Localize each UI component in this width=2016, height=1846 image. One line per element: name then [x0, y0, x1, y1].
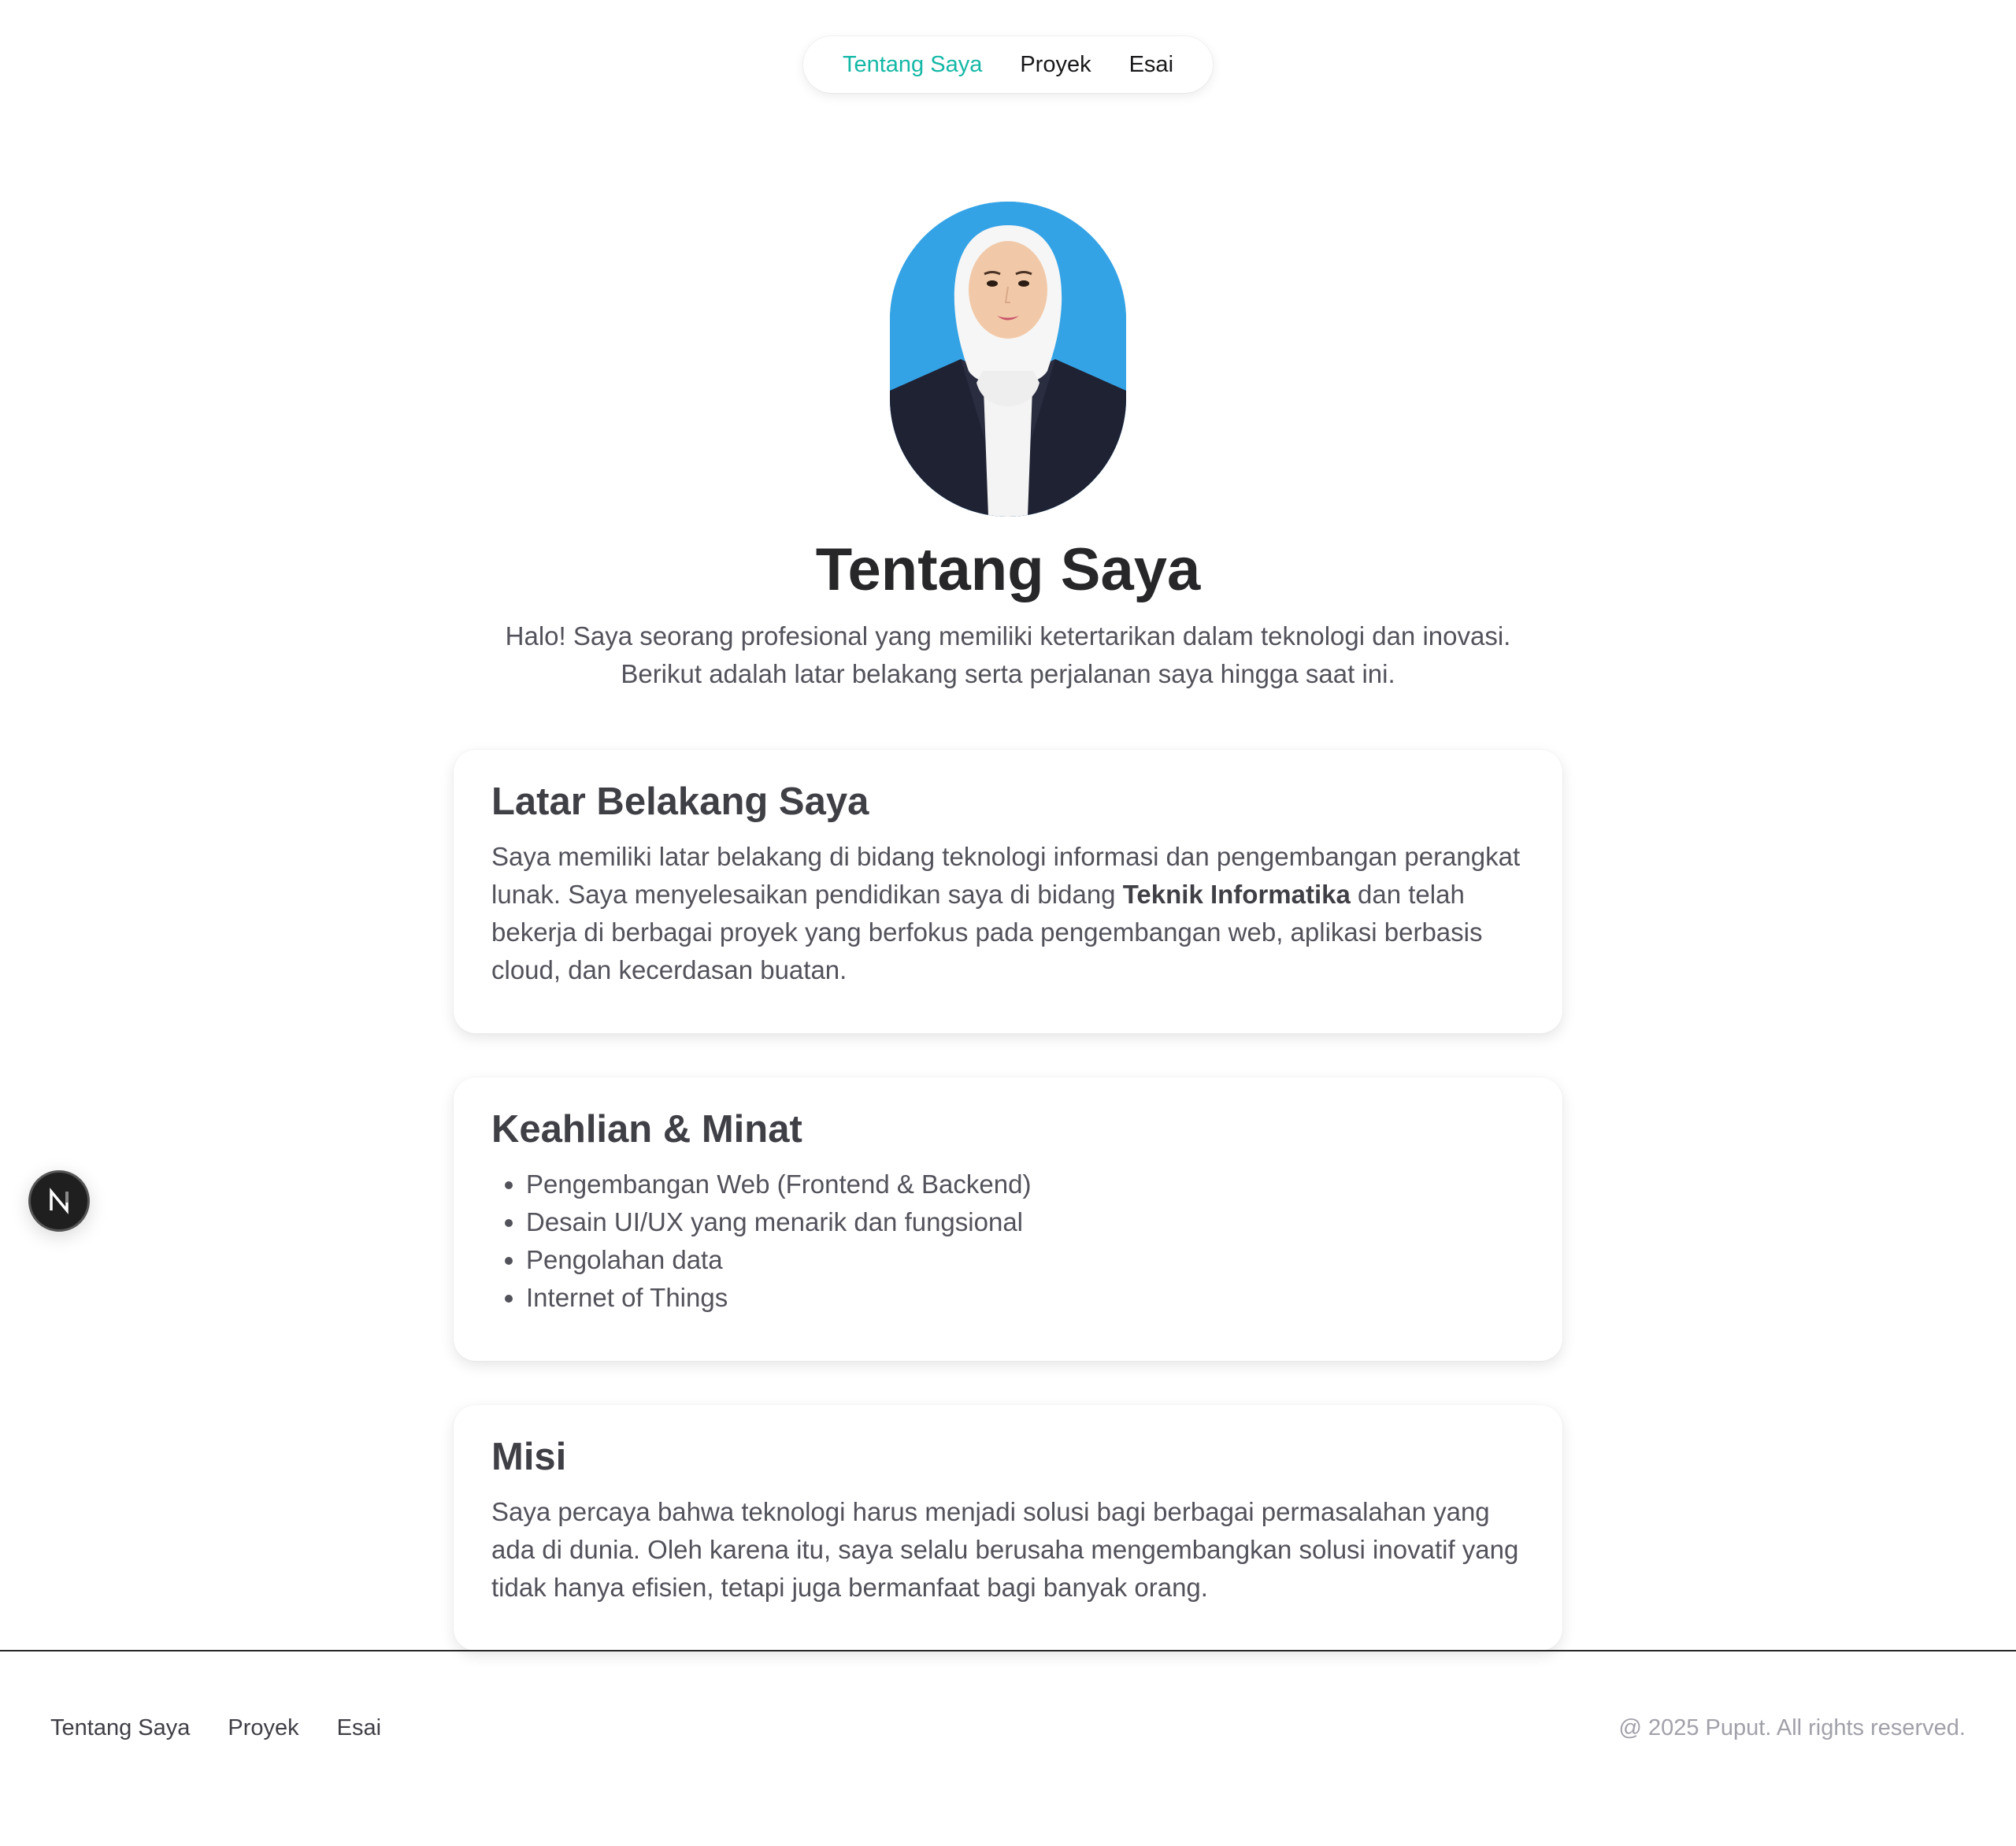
footer-link-proyek[interactable]: Proyek — [228, 1715, 298, 1741]
profile-photo — [890, 202, 1126, 517]
background-card: Latar Belakang Saya Saya memiliki latar … — [454, 750, 1562, 1033]
intro-line-1: Halo! Saya seorang profesional yang memi… — [505, 621, 1511, 651]
footer: Tentang Saya Proyek Esai @ 2025 Puput. A… — [0, 1704, 2016, 1751]
top-nav: Tentang Saya Proyek Esai — [803, 36, 1213, 93]
background-text: Saya memiliki latar belakang di bidang t… — [491, 838, 1525, 989]
page-title: Tentang Saya — [815, 536, 1201, 603]
intro-text: Halo! Saya seorang profesional yang memi… — [457, 617, 1559, 693]
mission-card: Misi Saya percaya bahwa teknologi harus … — [454, 1405, 1562, 1651]
skills-list: Pengembangan Web (Frontend & Backend) De… — [491, 1166, 1525, 1317]
mission-title: Misi — [491, 1436, 567, 1478]
background-text-bold: Teknik Informatika — [1122, 880, 1351, 909]
skills-card: Keahlian & Minat Pengembangan Web (Front… — [454, 1077, 1562, 1361]
mission-text: Saya percaya bahwa teknologi harus menja… — [491, 1497, 1519, 1602]
nav-tentang-saya[interactable]: Tentang Saya — [843, 52, 982, 78]
list-item: Pengolahan data — [526, 1241, 1525, 1279]
footer-links: Tentang Saya Proyek Esai — [50, 1715, 381, 1741]
footer-link-tentang-saya[interactable]: Tentang Saya — [50, 1715, 190, 1741]
list-item: Desain UI/UX yang menarik dan fungsional — [526, 1203, 1525, 1241]
list-item: Pengembangan Web (Frontend & Backend) — [526, 1166, 1525, 1203]
n-logo-icon — [50, 1188, 69, 1214]
footer-divider — [0, 1650, 2016, 1651]
list-item: Internet of Things — [526, 1279, 1525, 1317]
profile-avatar — [890, 202, 1126, 517]
footer-link-esai[interactable]: Esai — [337, 1715, 381, 1741]
skills-title: Keahlian & Minat — [491, 1108, 802, 1151]
background-title: Latar Belakang Saya — [491, 780, 869, 823]
nav-proyek[interactable]: Proyek — [1020, 52, 1091, 78]
copyright-text: @ 2025 Puput. All rights reserved. — [1618, 1714, 1966, 1740]
nav-esai[interactable]: Esai — [1129, 52, 1173, 78]
intro-line-2: Berikut adalah latar belakang serta perj… — [621, 659, 1395, 688]
nextjs-badge-button[interactable] — [28, 1170, 90, 1232]
